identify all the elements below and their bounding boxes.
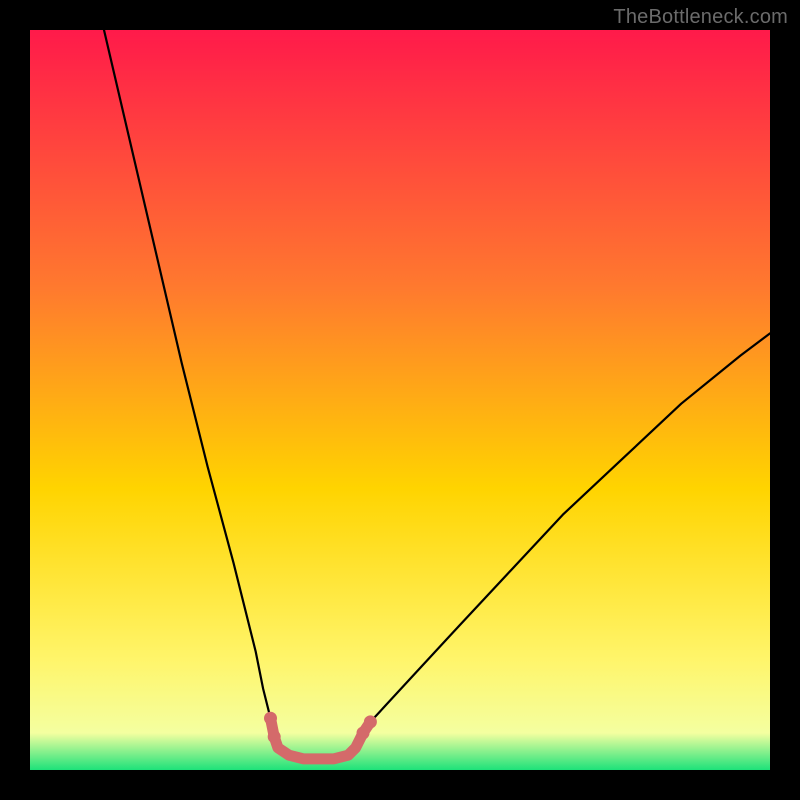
- watermark-text: TheBottleneck.com: [613, 6, 788, 29]
- outer-frame: TheBottleneck.com: [0, 0, 800, 800]
- marker-dot: [268, 730, 281, 743]
- marker-dot: [357, 727, 370, 740]
- gradient-background: [30, 30, 770, 770]
- plot-area: [30, 30, 770, 770]
- marker-dot: [364, 715, 377, 728]
- bottleneck-chart: [30, 30, 770, 770]
- marker-dot: [264, 712, 277, 725]
